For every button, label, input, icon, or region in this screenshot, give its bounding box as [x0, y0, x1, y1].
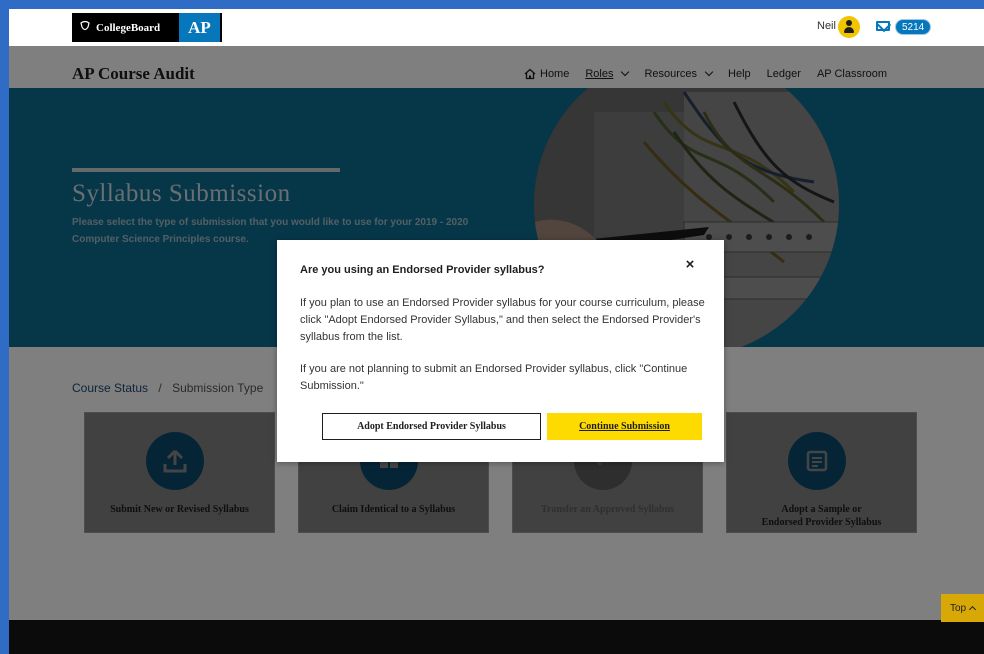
mail-icon[interactable] [876, 21, 890, 31]
close-icon[interactable]: × [681, 256, 699, 274]
avatar-icon[interactable] [838, 16, 860, 38]
user-name[interactable]: Neil [817, 20, 836, 32]
adopt-endorsed-provider-button[interactable]: Adopt Endorsed Provider Syllabus [322, 413, 541, 440]
back-to-top-label: Top [949, 602, 967, 614]
endorsed-provider-modal: Are you using an Endorsed Provider sylla… [277, 240, 724, 462]
modal-paragraph: If you are not planning to submit an End… [300, 363, 688, 392]
brand-name: CollegeBoard [96, 21, 161, 34]
ap-logo[interactable]: AP [179, 13, 220, 42]
back-to-top-button[interactable]: Top [941, 594, 984, 622]
chevron-up-icon [969, 605, 977, 614]
message-count-badge[interactable]: 5214 [895, 19, 932, 35]
acorn-icon [80, 20, 90, 35]
modal-paragraph: If you plan to use an Endorsed Provider … [300, 297, 705, 343]
browser-frame: CollegeBoard AP Neil 5214 AP Course Audi… [0, 0, 984, 654]
footer [9, 620, 984, 654]
continue-submission-button[interactable]: Continue Submission [547, 413, 702, 440]
top-bar: CollegeBoard AP Neil 5214 [9, 9, 984, 46]
modal-title: Are you using an Endorsed Provider sylla… [300, 264, 545, 276]
